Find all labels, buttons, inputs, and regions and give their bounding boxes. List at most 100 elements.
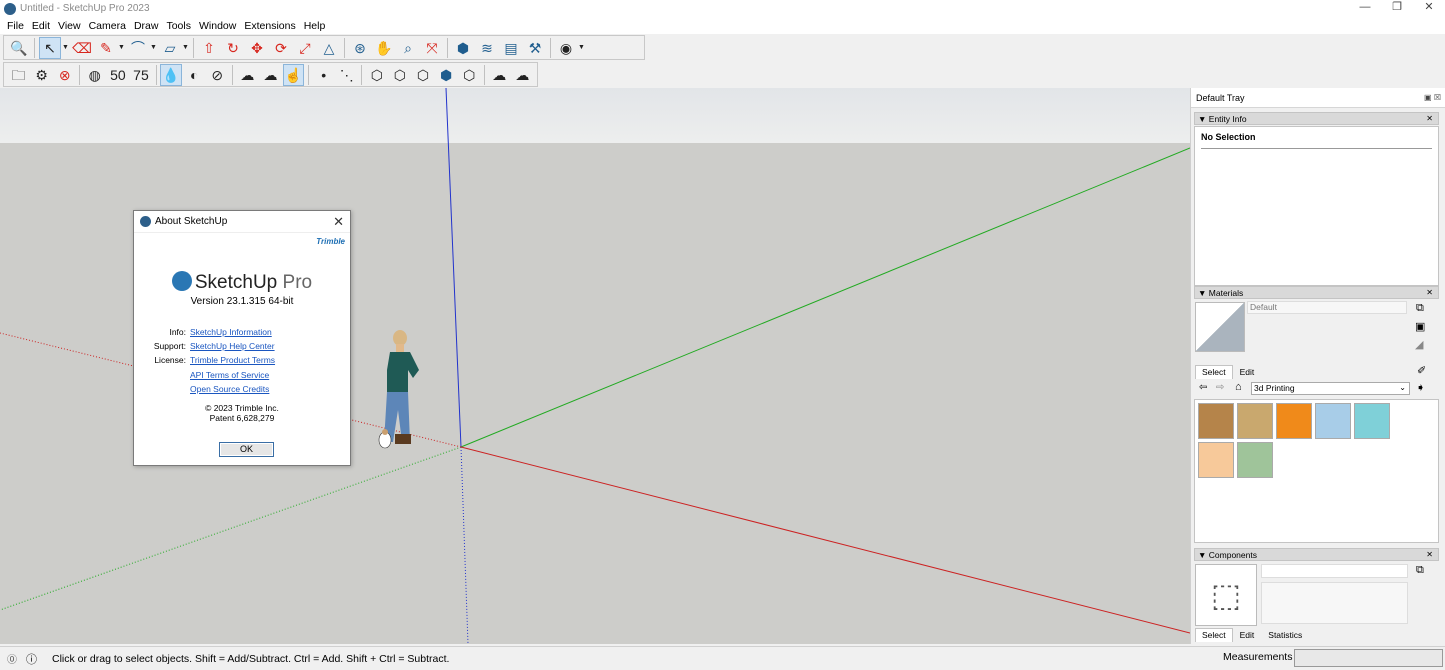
default-material-icon[interactable]: ▣: [1415, 320, 1425, 333]
warehouse-icon[interactable]: ⬢: [452, 37, 474, 59]
sample-paint-icon[interactable]: ◢: [1415, 338, 1423, 351]
sketchup-information-link[interactable]: SketchUp Information: [190, 327, 272, 337]
components-header[interactable]: ▼ Components ✕: [1194, 548, 1439, 561]
hand-select-icon[interactable]: ☝: [282, 63, 305, 86]
tape-measure-icon[interactable]: △: [318, 37, 340, 59]
product-terms-link[interactable]: Trimble Product Terms: [190, 355, 275, 365]
instructor-info-icon[interactable]: ⓘ: [26, 651, 37, 667]
component-description-field[interactable]: [1261, 582, 1408, 624]
select-icon[interactable]: ↖: [39, 36, 61, 59]
menu-file[interactable]: File: [7, 20, 24, 32]
menu-view[interactable]: View: [58, 20, 81, 32]
api-terms-link[interactable]: API Terms of Service: [190, 370, 269, 380]
arc-icon[interactable]: ⌒: [127, 37, 149, 59]
tab-edit[interactable]: Edit: [1233, 628, 1262, 642]
ok-button[interactable]: OK: [219, 442, 274, 457]
open-source-credits-link[interactable]: Open Source Credits: [190, 384, 269, 394]
zoom-extents-icon[interactable]: ⤧: [421, 37, 443, 59]
menu-window[interactable]: Window: [199, 20, 236, 32]
menu-edit[interactable]: Edit: [32, 20, 50, 32]
hex-settings-icon[interactable]: ⬡: [366, 64, 387, 86]
dropdown-caret-icon[interactable]: ▼: [150, 44, 158, 51]
eraser-icon[interactable]: ⌫: [71, 37, 93, 59]
material-name-field[interactable]: Default: [1247, 301, 1407, 314]
material-swatch[interactable]: [1276, 403, 1312, 439]
hex-outline-icon[interactable]: ⬡: [389, 64, 410, 86]
material-swatch[interactable]: [1315, 403, 1351, 439]
details-arrow-icon[interactable]: ➧: [1416, 381, 1425, 394]
tab-select[interactable]: Select: [1195, 628, 1233, 642]
dropdown-caret-icon[interactable]: ▼: [182, 44, 190, 51]
panel-close-icon[interactable]: ✕: [1426, 550, 1433, 559]
extension-manager-icon[interactable]: ⚒: [524, 37, 546, 59]
create-material-icon[interactable]: ⧉: [1416, 302, 1424, 315]
menu-extensions[interactable]: Extensions: [244, 20, 295, 32]
eye-icon[interactable]: ◍: [84, 64, 105, 86]
menu-help[interactable]: Help: [304, 20, 326, 32]
material-swatch[interactable]: [1237, 442, 1273, 478]
hatched-circle-icon[interactable]: ⊘: [207, 64, 228, 86]
dropdown-caret-icon[interactable]: ▼: [118, 44, 126, 51]
drop-icon[interactable]: 💧: [160, 63, 182, 86]
extension-warehouse-icon[interactable]: ≋: [476, 37, 498, 59]
opacity-75-icon[interactable]: 75: [130, 64, 151, 86]
rotate-icon[interactable]: ⟳: [270, 37, 292, 59]
tray-pin-close-icons[interactable]: ▣ ☒: [1424, 93, 1441, 102]
layout-icon[interactable]: ▤: [500, 37, 522, 59]
panel-close-icon[interactable]: ✕: [1426, 288, 1433, 297]
account-icon[interactable]: ◉: [555, 37, 577, 59]
measurements-input[interactable]: [1294, 649, 1443, 667]
menu-camera[interactable]: Camera: [89, 20, 126, 32]
hex-dotted-icon[interactable]: ⬡: [459, 64, 480, 86]
pan-icon[interactable]: ✋: [373, 37, 395, 59]
dotted-line-icon[interactable]: ⋱: [336, 64, 357, 86]
cloud-hex-icon[interactable]: ⬡: [412, 64, 433, 86]
opacity-50-icon[interactable]: 50: [107, 64, 128, 86]
open-folder-icon[interactable]: 🗀: [8, 64, 29, 86]
cloud-sync-icon[interactable]: ☁: [489, 64, 510, 86]
cloud-refresh-icon[interactable]: ☁: [512, 64, 533, 86]
material-swatch[interactable]: [1237, 403, 1273, 439]
zoom-icon[interactable]: 🔍: [8, 37, 30, 59]
menu-draw[interactable]: Draw: [134, 20, 159, 32]
geo-location-icon[interactable]: ⓪: [7, 651, 17, 666]
follow-me-icon[interactable]: ↻: [222, 37, 244, 59]
pencil-icon[interactable]: ✎: [95, 37, 117, 59]
scale-icon[interactable]: ⤢: [294, 37, 316, 59]
point-icon[interactable]: •: [313, 64, 334, 86]
back-arrow-icon[interactable]: ⇦: [1199, 382, 1207, 393]
dropdown-caret-icon[interactable]: ▼: [578, 44, 586, 51]
material-swatch[interactable]: [1198, 442, 1234, 478]
dropdown-caret-icon[interactable]: ▼: [62, 44, 70, 51]
forward-arrow-icon[interactable]: ⇨: [1216, 382, 1224, 393]
minimize-button[interactable]: —: [1349, 0, 1381, 17]
material-swatch[interactable]: [1354, 403, 1390, 439]
half-circle-icon[interactable]: ◐: [184, 64, 205, 86]
tab-edit[interactable]: Edit: [1233, 365, 1262, 379]
push-pull-icon[interactable]: ⇧: [198, 37, 220, 59]
close-button[interactable]: ✕: [1413, 0, 1445, 17]
home-icon[interactable]: ⌂: [1235, 381, 1242, 393]
settings-gear-icon[interactable]: ⚙: [31, 64, 52, 86]
tab-statistics[interactable]: Statistics: [1261, 628, 1309, 642]
create-component-icon[interactable]: ⧉: [1416, 564, 1424, 577]
eyedropper-icon[interactable]: ✐: [1417, 364, 1426, 377]
tab-select[interactable]: Select: [1195, 365, 1233, 379]
hex-solid-icon[interactable]: ⬢: [436, 64, 457, 86]
help-center-link[interactable]: SketchUp Help Center: [190, 341, 275, 351]
material-swatch[interactable]: [1198, 403, 1234, 439]
cloud-upload-icon[interactable]: ☁: [260, 64, 281, 86]
entity-info-header[interactable]: ▼ Entity Info ✕: [1194, 112, 1439, 125]
zoom-window-icon[interactable]: ⌕: [397, 37, 419, 59]
move-icon[interactable]: ✥: [246, 37, 268, 59]
component-name-field[interactable]: [1261, 564, 1408, 578]
cancel-circle-icon[interactable]: ⊗: [54, 64, 75, 86]
rectangle-icon[interactable]: ▱: [159, 37, 181, 59]
cloud-x-icon[interactable]: ☁: [237, 64, 258, 86]
about-close-icon[interactable]: ✕: [333, 214, 344, 230]
menu-tools[interactable]: Tools: [166, 20, 191, 32]
restore-button[interactable]: ❐: [1381, 0, 1413, 17]
materials-header[interactable]: ▼ Materials ✕: [1194, 286, 1439, 299]
panel-close-icon[interactable]: ✕: [1426, 114, 1433, 123]
orbit-icon[interactable]: ⊛: [349, 37, 371, 59]
